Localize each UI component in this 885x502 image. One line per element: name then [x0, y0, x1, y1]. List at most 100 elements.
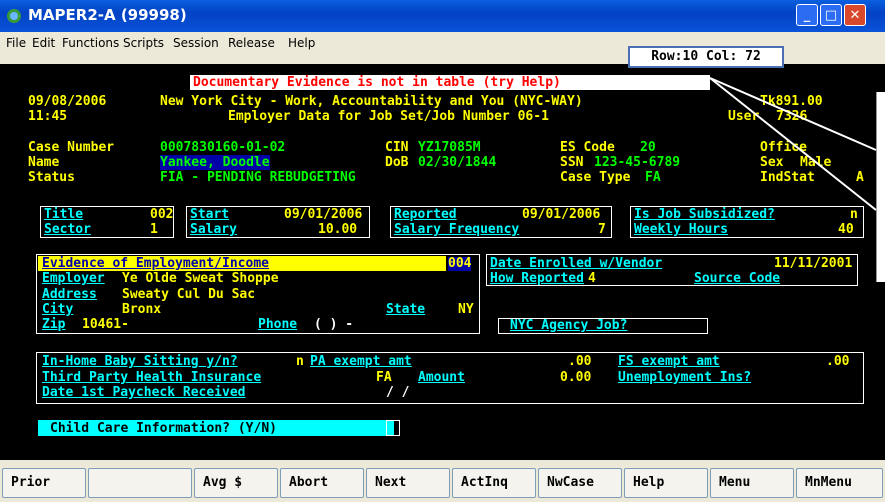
reported-label: Reported: [394, 207, 457, 222]
state-input[interactable]: NY: [458, 303, 474, 317]
menu-release[interactable]: Release: [228, 36, 275, 50]
date-text: 09/08/2006: [28, 94, 107, 109]
fkey-avg[interactable]: Avg $: [194, 468, 278, 498]
phone-label: Phone: [258, 317, 298, 332]
menu-edit[interactable]: Edit: [32, 36, 55, 50]
case-number-label: Case Number: [28, 140, 115, 155]
paycheck-label: Date 1st Paycheck Received: [42, 385, 246, 400]
salary-label: Salary: [190, 222, 237, 237]
app-icon: [7, 9, 21, 23]
third-party-input[interactable]: FA: [376, 371, 392, 385]
window-title: MAPER2-A (99998): [28, 6, 187, 24]
indstat-value: A: [856, 170, 864, 185]
name-value: Yankee, Doodle: [160, 155, 270, 170]
evidence-input[interactable]: 004: [448, 257, 472, 271]
name-label: Name: [28, 155, 60, 170]
pa-exempt-input[interactable]: .00: [568, 355, 591, 369]
date-enrolled-input[interactable]: 11/11/2001: [774, 257, 852, 271]
menu-scripts[interactable]: Scripts: [123, 36, 164, 50]
weekly-hours-label: Weekly Hours: [634, 222, 728, 237]
weekly-hours-input[interactable]: 40: [838, 223, 854, 237]
fkey-blank[interactable]: [88, 468, 192, 498]
ssn-value: 123-45-6789: [594, 155, 681, 170]
case-type-value: FA: [645, 170, 661, 185]
fkey-mnmenu[interactable]: MnMenu: [796, 468, 883, 498]
error-message: Documentary Evidence is not in table (tr…: [193, 75, 561, 90]
indstat-label: IndStat: [760, 170, 815, 185]
status-value: FIA - PENDING REBUDGETING: [160, 170, 356, 185]
office-label: Office: [760, 140, 807, 155]
salary-input[interactable]: 10.00: [318, 223, 357, 237]
user-value: 7326: [776, 109, 808, 124]
title-label: Title: [44, 207, 84, 222]
child-care-input[interactable]: [386, 420, 400, 436]
dob-value: 02/30/1844: [418, 155, 497, 170]
zip-input[interactable]: 10461-: [82, 318, 129, 332]
fkey-prior[interactable]: Prior: [2, 468, 86, 498]
fkey-actinq[interactable]: ActInq: [452, 468, 536, 498]
pa-exempt-label: PA exempt amt: [310, 354, 412, 369]
user-label: User: [728, 109, 760, 124]
third-party-label: Third Party Health Insurance: [42, 370, 262, 385]
salary-frequency-label: Salary Frequency: [394, 222, 520, 237]
amount-input[interactable]: 0.00: [560, 371, 591, 385]
fkey-menu[interactable]: Menu: [710, 468, 794, 498]
dob-label: DoB: [385, 155, 409, 170]
time-text: 11:45: [28, 109, 68, 124]
baby-sitting-input[interactable]: n: [296, 355, 304, 369]
status-label: Status: [28, 170, 75, 185]
child-care-label: Child Care Information? (Y/N): [50, 421, 277, 436]
menu-session[interactable]: Session: [173, 36, 219, 50]
employer-input[interactable]: Ye Olde Sweat Shoppe: [122, 272, 279, 286]
baby-sitting-label: In-Home Baby Sitting y/n?: [42, 354, 238, 369]
city-input[interactable]: Bronx: [122, 303, 161, 317]
subsidized-input[interactable]: n: [850, 208, 858, 222]
sector-input[interactable]: 1: [150, 223, 158, 237]
fkey-help[interactable]: Help: [624, 468, 708, 498]
start-input[interactable]: 09/01/2006: [284, 208, 362, 222]
address-input[interactable]: Sweaty Cul Du Sac: [122, 288, 255, 302]
fkey-nwcase[interactable]: NwCase: [538, 468, 622, 498]
close-button[interactable]: ✕: [844, 4, 866, 26]
menu-functions[interactable]: Functions: [62, 36, 119, 50]
sex-label: Sex: [760, 155, 784, 170]
ssn-label: SSN: [560, 155, 584, 170]
es-code-value: 20: [640, 140, 656, 155]
menu-help[interactable]: Help: [288, 36, 315, 50]
unemployment-label: Unemployment Ins?: [618, 370, 752, 385]
case-type-label: Case Type: [560, 170, 631, 185]
nyc-agency-label: NYC Agency Job?: [510, 318, 628, 333]
paycheck-input[interactable]: / /: [386, 386, 409, 400]
source-code-label: Source Code: [694, 271, 781, 286]
employer-label: Employer: [42, 271, 105, 286]
evidence-label: Evidence of Employment/Income: [42, 256, 269, 271]
callout-panel: [876, 92, 885, 282]
case-number: 0007830160-01-02: [160, 140, 286, 155]
address-label: Address: [42, 287, 97, 302]
cin-label: CIN: [385, 140, 409, 155]
maximize-button[interactable]: □: [820, 4, 842, 26]
minimize-button[interactable]: _: [796, 4, 818, 26]
fkey-abort[interactable]: Abort: [280, 468, 364, 498]
fkey-next[interactable]: Next: [366, 468, 450, 498]
screen-id: Tk891.00: [760, 94, 823, 109]
header-title: New York City - Work, Accountability and…: [160, 94, 583, 109]
fs-exempt-label: FS exempt amt: [618, 354, 720, 369]
how-reported-input[interactable]: 4: [588, 272, 596, 286]
menu-file[interactable]: File: [6, 36, 26, 50]
cin-value: YZ17085M: [418, 140, 481, 155]
state-label: State: [386, 302, 426, 317]
subtitle: Employer Data for Job Set/Job Number 06-…: [228, 109, 549, 124]
reported-input[interactable]: 09/01/2006: [522, 208, 600, 222]
sex-value: Male: [800, 155, 832, 170]
subsidized-label: Is Job Subsidized?: [634, 207, 775, 222]
sector-label: Sector: [44, 222, 91, 237]
city-label: City: [42, 302, 74, 317]
title-input[interactable]: 002: [150, 208, 173, 222]
row-col-indicator: Row:10 Col: 72: [628, 46, 784, 68]
fs-exempt-input[interactable]: .00: [826, 355, 849, 369]
salary-frequency-input[interactable]: 7: [598, 223, 606, 237]
start-label: Start: [190, 207, 230, 222]
date-enrolled-label: Date Enrolled w/Vendor: [490, 256, 663, 271]
phone-input[interactable]: ( ) -: [314, 318, 353, 332]
